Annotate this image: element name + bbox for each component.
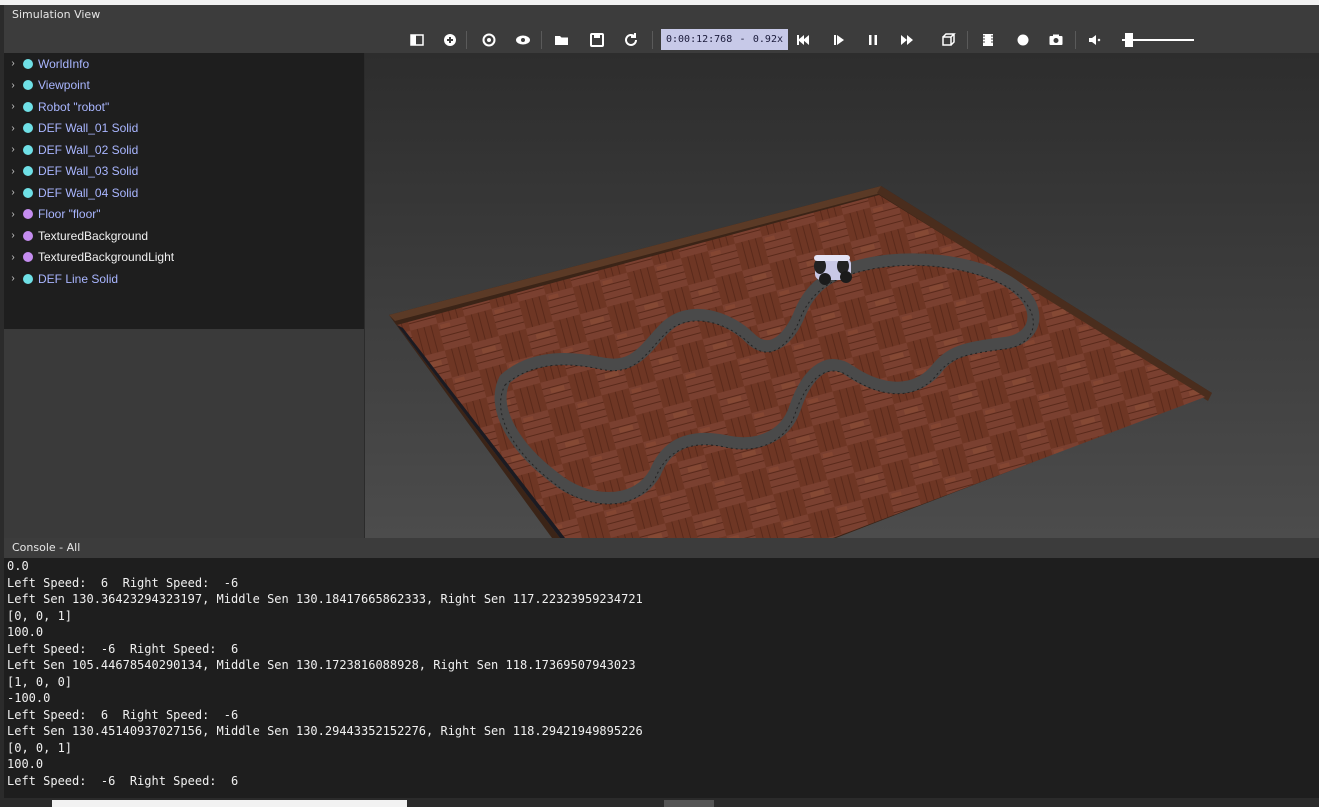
node-type-dot-icon	[23, 187, 33, 198]
console-line: Left Speed: 6 Right Speed: -6	[7, 707, 239, 722]
console-line: 0.0	[7, 559, 29, 573]
node-type-dot-icon	[23, 252, 33, 263]
scene-tree-item[interactable]: › Floor "floor"	[4, 204, 364, 226]
console-line: 100.0	[7, 757, 44, 771]
volume-icon[interactable]	[1084, 29, 1106, 51]
console-line: [0, 0, 1]	[7, 608, 73, 623]
scene-tree-item[interactable]: › DEF Line Solid	[4, 268, 364, 290]
scene-tree-item[interactable]: › DEF Wall_03 Solid	[4, 161, 364, 183]
volume-slider[interactable]	[1122, 33, 1194, 47]
scene-tree-item-label: DEF Wall_01 Solid	[38, 121, 139, 136]
3d-viewport[interactable]	[365, 53, 1319, 538]
node-type-dot-icon	[23, 209, 33, 220]
panel-title: Simulation View	[12, 8, 101, 21]
simulation-time-display: 0:00:12:768 - 0.92x	[661, 29, 788, 50]
reset-simulation-icon[interactable]	[792, 29, 814, 51]
step-icon[interactable]	[828, 29, 850, 51]
expand-chevron-icon[interactable]: ›	[6, 230, 20, 241]
scene-tree-item-label: TexturedBackgroundLight	[38, 250, 175, 265]
console-scrollbar-thumb[interactable]	[664, 800, 714, 807]
simulation-speed: 0.92x	[752, 34, 783, 45]
save-world-icon[interactable]	[586, 29, 608, 51]
console-title: Console - All	[12, 541, 81, 554]
node-type-dot-icon	[23, 123, 33, 134]
fast-forward-icon[interactable]	[896, 29, 918, 51]
scene-tree-item[interactable]: › Robot "robot"	[4, 96, 364, 118]
console-line: Left Speed: -6 Right Speed: 6	[7, 641, 239, 656]
expand-chevron-icon[interactable]: ›	[6, 144, 20, 155]
reset-view-icon[interactable]	[478, 29, 500, 51]
expand-chevron-icon[interactable]: ›	[6, 58, 20, 69]
console-line: [0, 0, 1]	[7, 740, 73, 755]
scene-tree: › WorldInfo › Viewpoint › Robot "robot" › DEF W…	[4, 53, 364, 329]
console-lines: 0.0 Left Speed: 6 Right Speed: -6 Left Sen…	[4, 558, 1319, 789]
scene-tree-item[interactable]: › WorldInfo	[4, 53, 364, 75]
time-separator: -	[739, 34, 746, 45]
node-type-dot-icon	[23, 101, 33, 112]
view-icon[interactable]	[512, 29, 534, 51]
scene-tree-item-label: DEF Line Solid	[38, 271, 119, 286]
toggle-panel-icon[interactable]	[406, 29, 428, 51]
node-type-dot-icon	[23, 273, 33, 284]
console-line: Left Sen 130.45140937027156, Middle Sen …	[7, 724, 643, 738]
scene-tree-item[interactable]: › DEF Wall_01 Solid	[4, 118, 364, 140]
node-type-dot-icon	[23, 144, 33, 155]
add-node-icon[interactable]	[439, 29, 461, 51]
console-line: Left Sen 105.44678540290134, Middle Sen …	[7, 658, 636, 672]
scene-tree-item-label: WorldInfo	[38, 56, 90, 71]
volume-thumb[interactable]	[1125, 33, 1133, 47]
expand-chevron-icon[interactable]: ›	[6, 273, 20, 284]
simulation-time: 0:00:12:768	[666, 34, 733, 45]
scene-tree-item[interactable]: › DEF Wall_02 Solid	[4, 139, 364, 161]
scene-tree-item-label: DEF Wall_04 Solid	[38, 185, 139, 200]
expand-chevron-icon[interactable]: ›	[6, 187, 20, 198]
console-input-field[interactable]	[52, 800, 407, 807]
pause-icon[interactable]	[862, 29, 884, 51]
scene-tree-item-label: TexturedBackground	[38, 228, 149, 243]
node-type-dot-icon	[23, 230, 33, 241]
scene-tree-item-label: Robot "robot"	[38, 99, 110, 114]
scene-tree-item[interactable]: › TexturedBackgroundLight	[4, 247, 364, 269]
scene-tree-item[interactable]: › DEF Wall_04 Solid	[4, 182, 364, 204]
console-line: -100.0	[7, 691, 51, 705]
expand-chevron-icon[interactable]: ›	[6, 209, 20, 220]
scene-tree-item-label: DEF Wall_02 Solid	[38, 142, 139, 157]
scene-tree-item[interactable]: › TexturedBackground	[4, 225, 364, 247]
simulation-toolbar: 0:00:12:768 - 0.92x	[4, 25, 1319, 53]
console-line: Left Sen 130.36423294323197, Middle Sen …	[7, 592, 643, 606]
scene-tree-list: › WorldInfo › Viewpoint › Robot "robot" › DEF W…	[4, 53, 364, 290]
node-type-dot-icon	[23, 58, 33, 69]
open-world-icon[interactable]	[551, 29, 573, 51]
reload-world-icon[interactable]	[620, 29, 642, 51]
scene-tree-item-label: DEF Wall_03 Solid	[38, 164, 139, 179]
expand-chevron-icon[interactable]: ›	[6, 123, 20, 134]
expand-chevron-icon[interactable]: ›	[6, 80, 20, 91]
node-type-dot-icon	[23, 166, 33, 177]
console-line: Left Speed: -6 Right Speed: 6	[7, 773, 239, 788]
scene-tree-item-label: Floor "floor"	[38, 207, 101, 222]
scene-tree-empty-area	[4, 329, 364, 538]
console-line: 100.0	[7, 625, 44, 639]
scene-tree-item[interactable]: › Viewpoint	[4, 75, 364, 97]
node-type-dot-icon	[23, 80, 33, 91]
expand-chevron-icon[interactable]: ›	[6, 166, 20, 177]
expand-chevron-icon[interactable]: ›	[6, 101, 20, 112]
console-line: [1, 0, 0]	[7, 674, 73, 689]
screenshot-icon[interactable]	[1045, 29, 1067, 51]
simulation-view-title-bar: Simulation View	[4, 5, 1319, 25]
record-icon[interactable]	[1012, 29, 1034, 51]
console-output[interactable]: 0.0 Left Speed: 6 Right Speed: -6 Left Sen…	[4, 558, 1319, 798]
scene-tree-item-label: Viewpoint	[38, 78, 90, 93]
record-movie-icon[interactable]	[977, 29, 999, 51]
console-line: Left Speed: 6 Right Speed: -6	[7, 575, 239, 590]
scene-render	[389, 186, 1212, 538]
3d-view-icon[interactable]	[937, 29, 959, 51]
console-title-bar: Console - All	[4, 538, 1319, 558]
expand-chevron-icon[interactable]: ›	[6, 252, 20, 263]
